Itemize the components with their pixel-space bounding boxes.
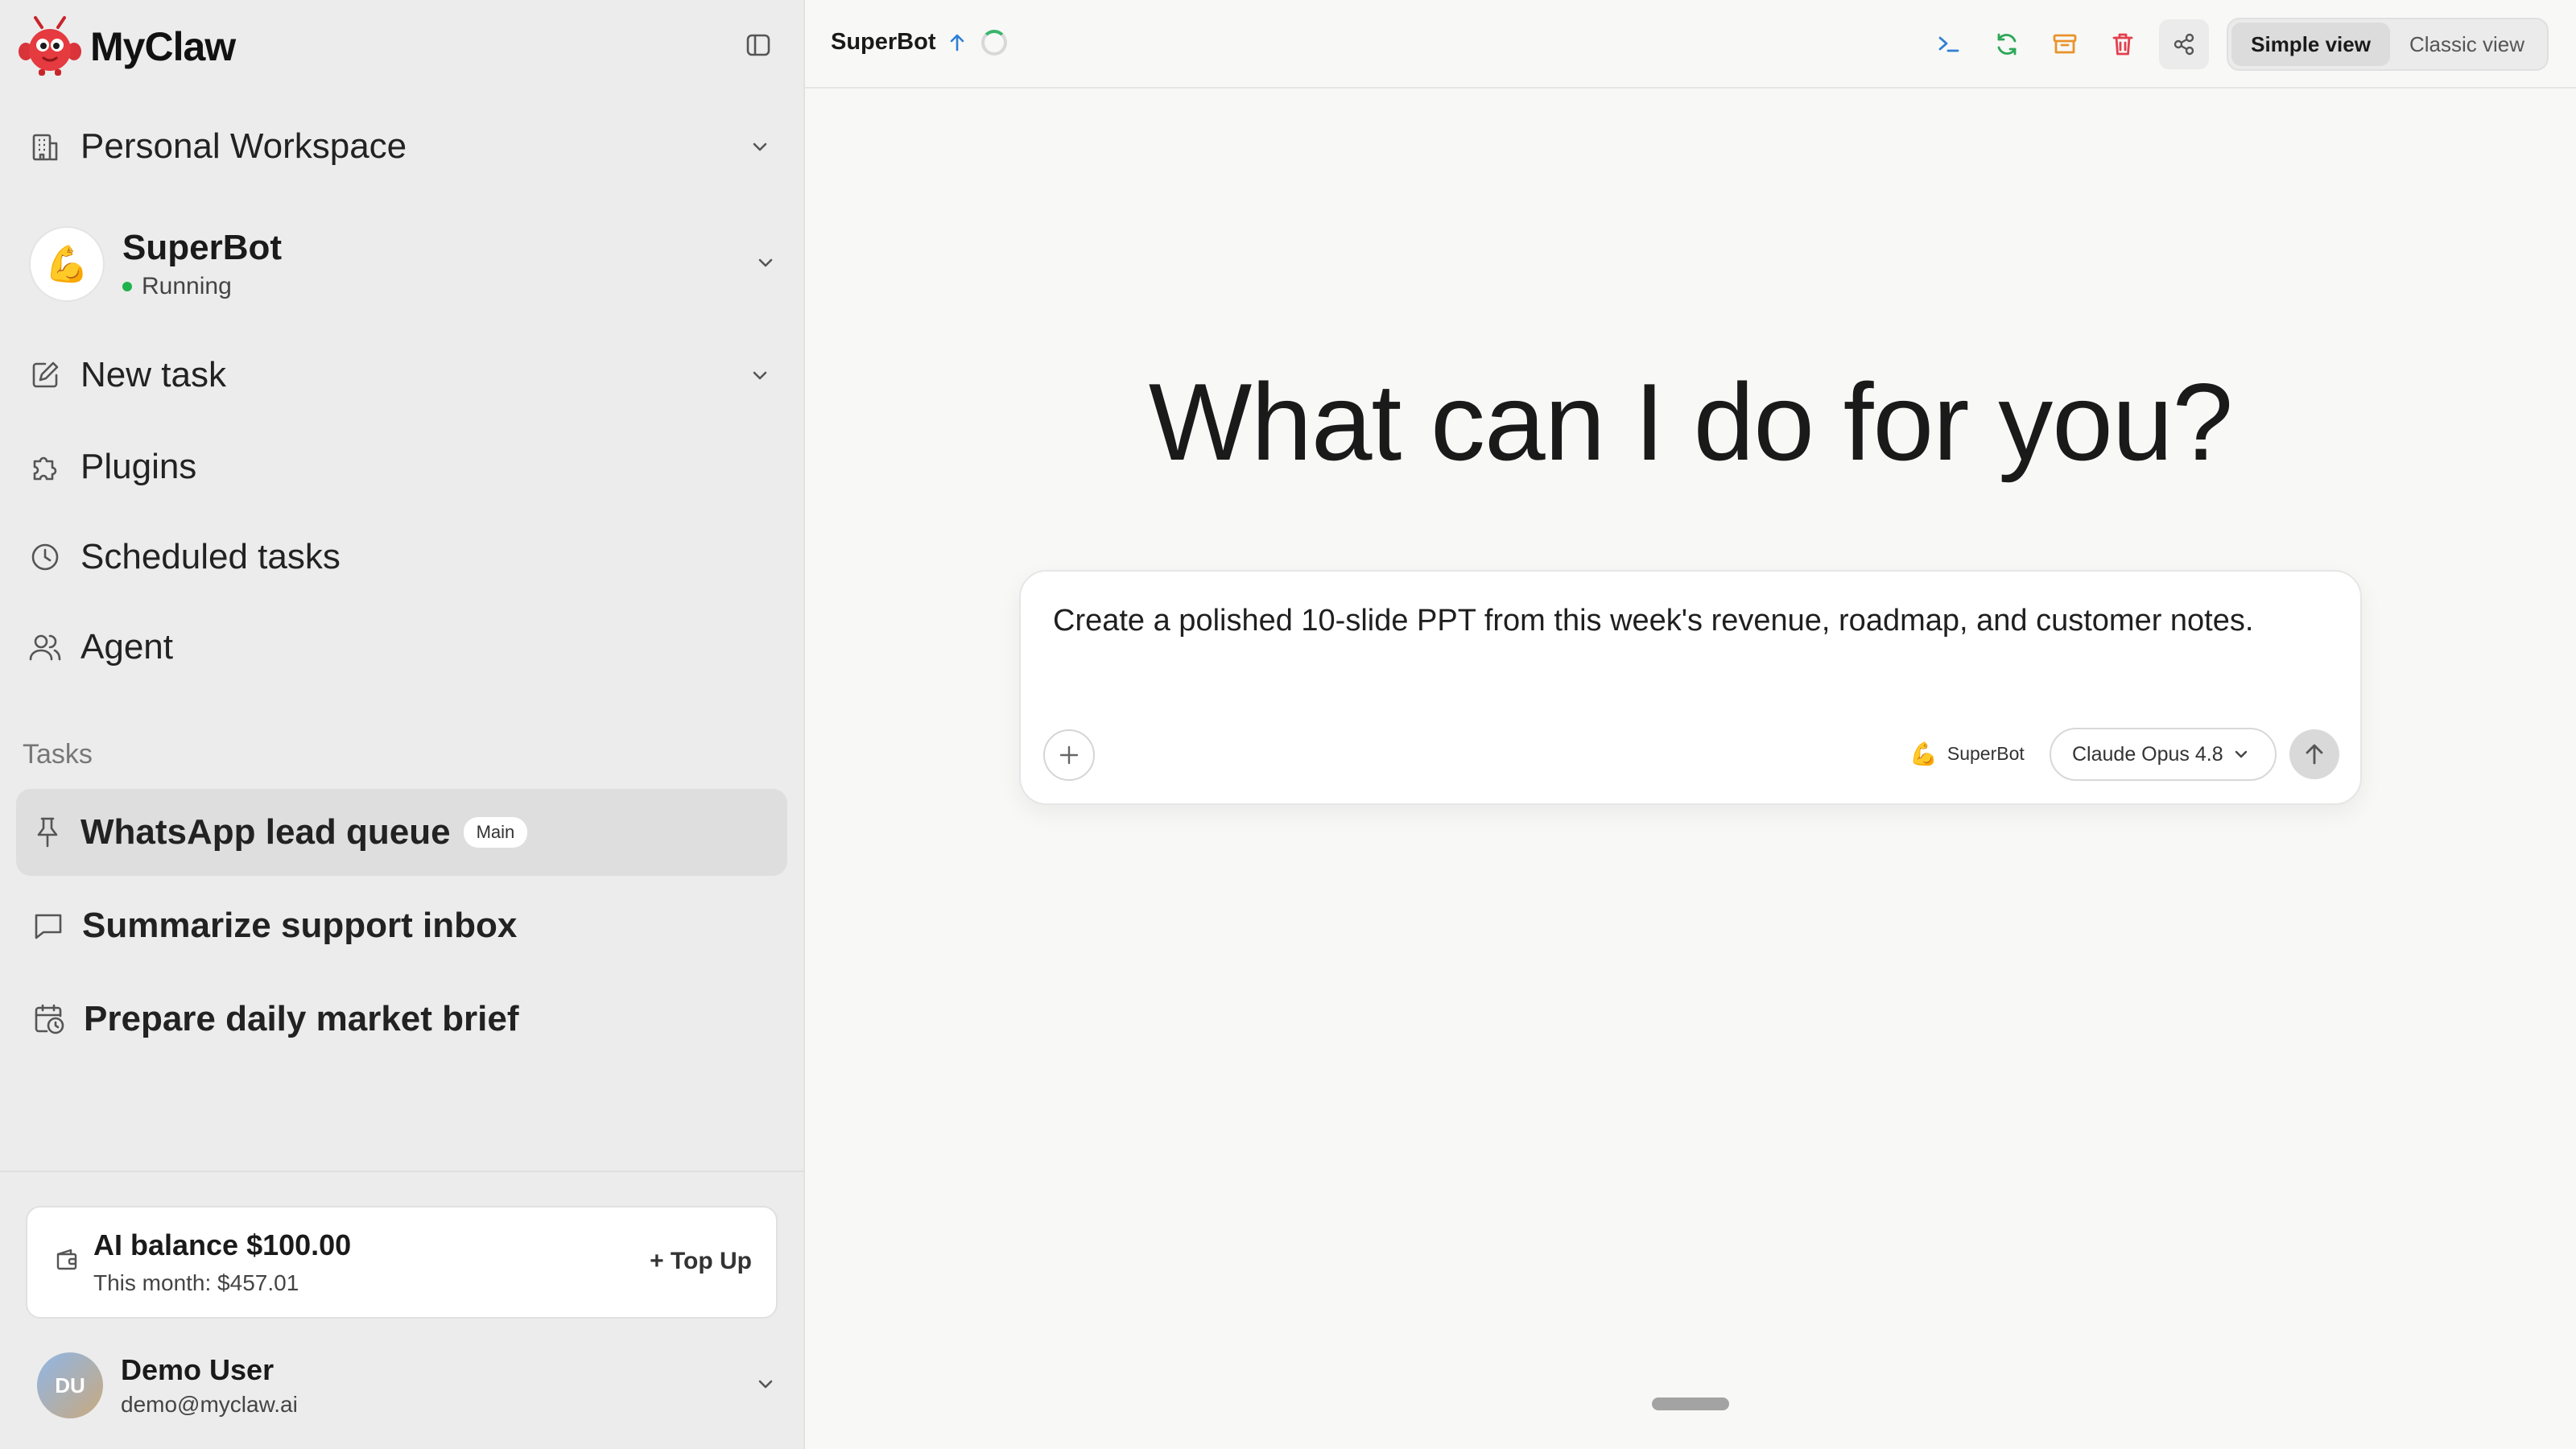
share-icon — [2172, 32, 2196, 56]
calendar-clock-icon — [32, 1002, 66, 1036]
composer: Create a polished 10-slide PPT from this… — [1019, 570, 2362, 805]
task-item-prepare-daily-market-brief[interactable]: Prepare daily market brief — [16, 976, 787, 1063]
resize-handle[interactable] — [1652, 1397, 1729, 1410]
loading-spinner-icon — [980, 29, 1007, 56]
bot-avatar: 💪 — [29, 226, 105, 302]
user-name: Demo User — [121, 1353, 275, 1386]
main-badge: Main — [463, 817, 528, 848]
hero-heading: What can I do for you? — [1148, 361, 2233, 483]
claw-mascot-logo — [18, 16, 82, 77]
tasks-heading: Tasks — [23, 739, 93, 770]
classic-view-option[interactable]: Classic view — [2390, 23, 2544, 66]
building-icon — [24, 126, 66, 167]
nav-label: Plugins — [80, 447, 197, 486]
model-select[interactable]: Claude Opus 4.8 — [2050, 728, 2277, 781]
nav-plugins[interactable]: Plugins — [24, 446, 774, 488]
monthly-spend: This month: $457.01 — [93, 1270, 299, 1295]
workspace-name: Personal Workspace — [80, 126, 407, 166]
task-label: Summarize support inbox — [82, 906, 518, 945]
task-label: Prepare daily market brief — [84, 999, 519, 1038]
send-button[interactable] — [2289, 729, 2339, 779]
archive-button[interactable] — [2043, 23, 2087, 66]
prompt-input[interactable]: Create a polished 10-slide PPT from this… — [1053, 604, 2328, 638]
user-email: demo@myclaw.ai — [121, 1392, 298, 1417]
trash-icon — [2111, 31, 2135, 57]
simple-view-option[interactable]: Simple view — [2231, 23, 2390, 66]
add-attachment-button[interactable] — [1043, 729, 1095, 781]
task-item-summarize-support-inbox[interactable]: Summarize support inbox — [16, 882, 787, 969]
chevron-down-icon — [757, 257, 774, 272]
task-item-whatsapp-lead-queue[interactable]: WhatsApp lead queue Main — [16, 789, 787, 876]
collapse-sidebar-button[interactable] — [741, 29, 776, 61]
nav-label: New task — [80, 355, 226, 394]
bot-status: Running — [122, 273, 282, 300]
refresh-icon — [1994, 31, 2020, 57]
sidebar-toggle-icon — [746, 34, 770, 56]
wallet-icon — [55, 1248, 79, 1272]
chevron-down-icon — [745, 132, 774, 161]
ai-balance: AI balance $100.00 — [93, 1228, 352, 1261]
page-title: SuperBot — [831, 29, 936, 55]
archive-icon — [2052, 32, 2078, 56]
chat-icon — [32, 910, 64, 942]
terminal-icon — [1937, 34, 1961, 55]
puzzle-icon — [24, 446, 66, 488]
chevron-down-icon — [757, 1378, 774, 1393]
nav-label: Scheduled tasks — [80, 537, 341, 576]
bot-status-label: Running — [142, 273, 232, 300]
view-toggle: Simple view Classic view — [2227, 18, 2549, 71]
ai-balance-card: AI balance $100.00 This month: $457.01 +… — [26, 1206, 778, 1319]
agent-name: SuperBot — [1946, 743, 2025, 764]
plus-icon — [1058, 744, 1080, 766]
task-label: WhatsApp lead queue — [80, 812, 451, 852]
clock-icon — [24, 536, 66, 578]
users-icon — [24, 626, 66, 668]
terminal-button[interactable] — [1927, 23, 1971, 66]
toolbar: Simple view Classic view — [1927, 18, 2576, 71]
nav-label: Agent — [80, 627, 173, 667]
top-up-button[interactable]: + Top Up — [650, 1248, 752, 1275]
nav-new-task[interactable]: New task — [24, 354, 774, 396]
flexed-bicep-icon: 💪 — [1909, 741, 1938, 766]
share-button[interactable] — [2159, 19, 2210, 69]
pin-icon — [32, 815, 63, 849]
edit-icon — [24, 354, 66, 396]
sidebar-divider — [0, 1170, 803, 1172]
user-menu[interactable]: DU Demo User demo@myclaw.ai — [37, 1349, 774, 1422]
top-bar: SuperBot Simple view Classic view — [805, 0, 2576, 89]
nav-agent[interactable]: Agent — [24, 626, 774, 668]
status-dot-icon — [122, 282, 132, 292]
bot-name: SuperBot — [122, 227, 282, 267]
model-name: Claude Opus 4.8 — [2072, 742, 2223, 766]
arrow-up-icon[interactable] — [949, 32, 965, 53]
workspace-selector[interactable]: Personal Workspace — [24, 126, 774, 167]
chevron-down-icon[interactable] — [745, 361, 774, 390]
bot-selector[interactable]: 💪 SuperBot Running — [29, 224, 774, 304]
arrow-up-icon — [2304, 742, 2325, 766]
agent-chip[interactable]: 💪 SuperBot — [1909, 741, 2025, 767]
avatar: DU — [37, 1352, 103, 1418]
app-name: MyClaw — [90, 24, 236, 69]
sidebar: MyClaw Personal Workspace 💪 SuperBot Run… — [0, 0, 805, 1449]
nav-scheduled-tasks[interactable]: Scheduled tasks — [24, 536, 774, 578]
refresh-button[interactable] — [1985, 23, 2029, 66]
brand[interactable]: MyClaw — [18, 14, 236, 79]
delete-button[interactable] — [2101, 23, 2145, 66]
breadcrumb: SuperBot — [831, 29, 1007, 56]
chevron-down-icon — [2233, 749, 2249, 759]
